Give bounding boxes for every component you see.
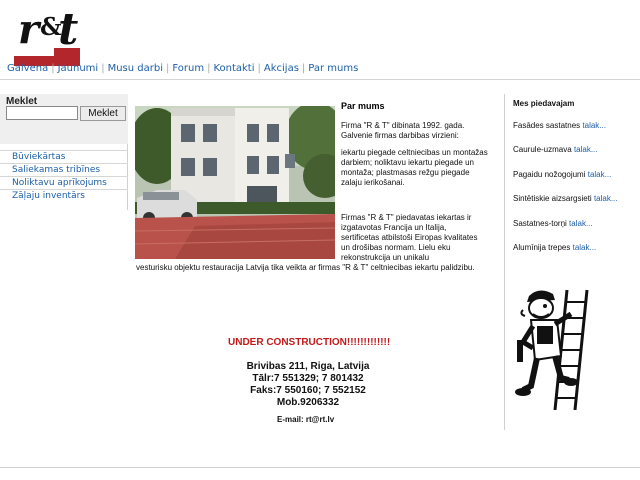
about-title: Par mums bbox=[341, 101, 385, 111]
offer-more-link[interactable]: talak... bbox=[573, 243, 597, 252]
offer-more-link[interactable]: talak... bbox=[582, 121, 606, 130]
sidebar-menu: Būviekārtas Saliekamas tribīnes Noliktav… bbox=[0, 150, 128, 202]
offer-label: Pagaidu nožogojumi bbox=[513, 170, 586, 179]
offer-more-link[interactable]: talak... bbox=[588, 170, 612, 179]
about-paragraph: vesturisku objektu restauracija Latvija … bbox=[136, 263, 475, 272]
offer-label: Alumīnija trepes bbox=[513, 243, 571, 252]
sidebar-item-noliktavu-aprikojums[interactable]: Noliktavu aprīkojums bbox=[0, 176, 128, 189]
nav-separator: | bbox=[301, 63, 306, 74]
building-photo bbox=[135, 106, 335, 259]
search-button[interactable]: Meklet bbox=[80, 106, 126, 121]
nav-item-par-mums[interactable]: Par mums bbox=[307, 63, 359, 74]
contact-phone: Tālr:7 551329; 7 801432 bbox=[252, 373, 364, 384]
nav-separator: | bbox=[165, 63, 170, 74]
nav-separator: | bbox=[51, 63, 55, 74]
contact-block: Brivibas 211, Riga, Latvija Tālr:7 55132… bbox=[228, 361, 388, 409]
nav-separator: | bbox=[207, 63, 211, 74]
contact-address: Brivibas 211, Riga, Latvija bbox=[246, 361, 370, 372]
contact-fax: Faks:7 550160; 7 552152 bbox=[250, 385, 366, 396]
offer-label: Sintētiskie aizsargsieti bbox=[513, 194, 592, 203]
sidebar-item-zalaju-inventars[interactable]: Zāļaju inventārs bbox=[0, 189, 128, 202]
nav-item-galvena[interactable]: Galvena bbox=[6, 63, 49, 74]
search-input[interactable] bbox=[6, 106, 78, 120]
nav-item-kontakti[interactable]: Kontakti bbox=[212, 63, 255, 74]
offer-item: Pagaidu nožogojumi talak... bbox=[513, 170, 611, 179]
contact-mobile: Mob.9206332 bbox=[276, 397, 340, 408]
contact-email[interactable]: E-mail: rt@rt.lv bbox=[277, 415, 334, 424]
about-paragraph: Firma "R & T" dibinata 1992. gada. Galve… bbox=[341, 121, 465, 140]
offer-item: Sastatnes-torņi talak... bbox=[513, 219, 593, 228]
offer-label: Fasādes sastatnes bbox=[513, 121, 581, 130]
offer-item: Caurule-uzmava talak... bbox=[513, 145, 598, 154]
offer-item: Alumīnija trepes talak... bbox=[513, 243, 596, 252]
nav-item-jaunumi[interactable]: Jaunumi bbox=[57, 63, 100, 74]
nav-item-musu-darbi[interactable]: Musu darbi bbox=[107, 63, 164, 74]
about-paragraph: Firmas "R & T" piedavatas iekartas ir iz… bbox=[341, 213, 478, 262]
footer-divider bbox=[0, 467, 640, 468]
offer-label: Caurule-uzmava bbox=[513, 145, 572, 154]
nav-separator: | bbox=[257, 63, 261, 74]
offer-more-link[interactable]: talak... bbox=[574, 145, 598, 154]
offers-title: Mes piedavajam bbox=[513, 99, 575, 108]
nav-item-akcijas[interactable]: Akcijas bbox=[263, 63, 300, 74]
site-logo[interactable]: r & t bbox=[14, 4, 84, 66]
offer-item: Fasādes sastatnes talak... bbox=[513, 121, 606, 130]
offer-label: Sastatnes-torņi bbox=[513, 219, 567, 228]
offers-panel: Mes piedavajam Fasādes sastatnes talak..… bbox=[504, 94, 640, 430]
nav-item-forum[interactable]: Forum bbox=[171, 63, 205, 74]
logo-bar bbox=[54, 48, 80, 56]
top-navigation: Galvena | Jaunumi | Musu darbi | Forum | Kontakt… bbox=[0, 63, 640, 79]
nav-separator: | bbox=[101, 63, 105, 74]
offer-item: Sintētiskie aizsargsieti talak... bbox=[513, 194, 618, 203]
logo-letter-r: r bbox=[18, 6, 40, 53]
nav-divider bbox=[0, 79, 640, 80]
offer-more-link[interactable]: talak... bbox=[594, 194, 618, 203]
sidebar-item-buviekartas[interactable]: Būviekārtas bbox=[0, 150, 128, 163]
worker-illustration bbox=[515, 286, 601, 411]
about-paragraph: iekartu piegade celtniecibas un montažas… bbox=[341, 148, 488, 187]
offer-more-link[interactable]: talak... bbox=[569, 219, 593, 228]
under-construction-notice: UNDER CONSTRUCTION!!!!!!!!!!!!! bbox=[228, 337, 391, 348]
sidebar-item-saliekamas-tribines[interactable]: Saliekamas tribīnes bbox=[0, 163, 128, 176]
